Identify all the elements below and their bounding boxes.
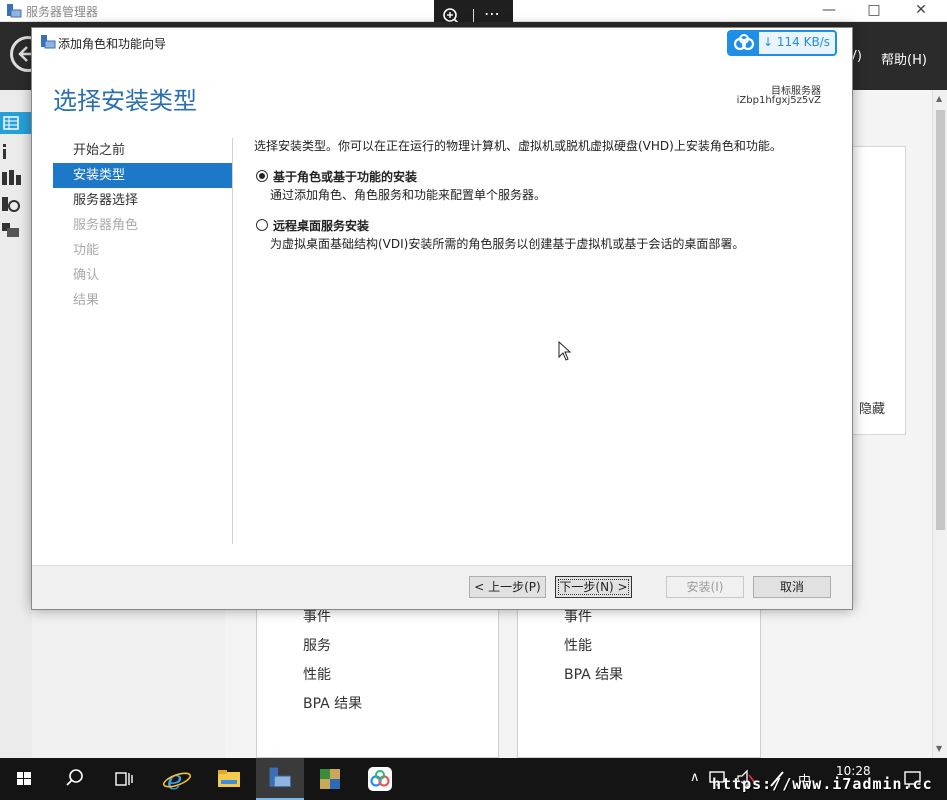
- download-speed-value: 114 KB/s: [776, 35, 830, 49]
- step-confirmation: 确认: [73, 268, 100, 283]
- all-servers-icon[interactable]: [0, 166, 32, 188]
- download-speed: ↓ 114 KB/s: [763, 35, 830, 49]
- steps-divider: [232, 138, 233, 544]
- tile-item-performance[interactable]: 性能: [303, 664, 331, 684]
- server-manager-taskbar-icon[interactable]: [256, 758, 304, 800]
- tile-item-services[interactable]: 服务: [303, 635, 331, 655]
- vertical-scrollbar[interactable]: ▲ ▼: [932, 90, 947, 758]
- server-tile-left: 事件 服务 性能 BPA 结果: [256, 595, 499, 758]
- previous-button[interactable]: < 上一步(P): [469, 576, 546, 598]
- server-manager-title: 服务器管理器: [26, 5, 99, 19]
- network-speed-badge[interactable]: ↓ 114 KB/s: [727, 30, 837, 56]
- minimize-button[interactable]: —: [806, 0, 852, 22]
- iis-icon[interactable]: [0, 218, 32, 240]
- show-hidden-icons[interactable]: ∧: [690, 770, 700, 785]
- baidu-netdisk-icon: [729, 32, 759, 54]
- wizard-content: 选择安装类型。你可以在正在运行的物理计算机、虚拟机或脱机虚拟硬盘(VHD)上安装…: [254, 138, 834, 251]
- dashboard-icon[interactable]: [0, 112, 32, 134]
- hide-link[interactable]: 隐藏: [859, 398, 885, 417]
- tile-item-bpa[interactable]: BPA 结果: [303, 693, 362, 713]
- close-button[interactable]: ✕: [898, 0, 944, 22]
- local-server-icon[interactable]: [0, 140, 32, 162]
- wizard-steps-nav: 开始之前 安装类型 服务器选择 服务器角色 功能 确认 结果: [53, 138, 233, 313]
- baidu-netdisk-taskbar-icon[interactable]: [356, 758, 404, 800]
- target-server-name: iZbp1hfgxj5z5vZ: [736, 95, 821, 106]
- option-remote-desktop-desc: 为虚拟桌面基础结构(VDI)安装所需的角色服务以创建基于虚拟机或基于会话的桌面部…: [270, 237, 745, 251]
- file-explorer-icon[interactable]: [205, 758, 253, 800]
- search-icon[interactable]: [50, 758, 98, 800]
- tile-item-performance[interactable]: 性能: [564, 635, 592, 655]
- wizard-footer: < 上一步(P) 下一步(N) > 安装(I) 取消: [32, 565, 852, 609]
- server-manager-left-nav: [0, 90, 32, 758]
- more-options-icon[interactable]: ⋯: [484, 4, 501, 23]
- option-role-based-desc: 通过添加角色、角色服务和功能来配置单个服务器。: [270, 188, 547, 202]
- internet-explorer-icon[interactable]: e: [154, 758, 202, 800]
- file-storage-icon[interactable]: [0, 192, 32, 214]
- scroll-down-icon[interactable]: ▼: [936, 744, 942, 753]
- option-remote-desktop-label[interactable]: 远程桌面服务安装: [273, 217, 369, 234]
- step-features: 功能: [73, 243, 100, 258]
- radio-remote-desktop[interactable]: [256, 219, 268, 231]
- radio-role-based[interactable]: [256, 170, 268, 182]
- install-button: 安装(I): [666, 576, 744, 598]
- installation-type-intro: 选择安装类型。你可以在正在运行的物理计算机、虚拟机或脱机虚拟硬盘(VHD)上安装…: [254, 139, 782, 153]
- server-manager-icon: [7, 4, 22, 18]
- svg-text:e: e: [167, 766, 182, 796]
- maximize-button[interactable]: □: [851, 0, 897, 22]
- add-roles-wizard-dialog: 添加角色和功能向导 ↓ 114 KB/s 选择安装类型 目标服务器 iZbp1h…: [31, 27, 853, 610]
- watermark-text: https://www.i7admin.cc: [712, 775, 933, 793]
- step-server-selection[interactable]: 服务器选择: [53, 188, 233, 213]
- server-tile-right: 事件 性能 BPA 结果: [517, 595, 761, 758]
- option-role-based-label[interactable]: 基于角色或基于功能的安装: [273, 168, 417, 185]
- wizard-titlebar: 添加角色和功能向导 ↓ 114 KB/s: [32, 28, 852, 58]
- cancel-button[interactable]: 取消: [753, 576, 831, 598]
- welcome-panel-edge: [851, 146, 906, 435]
- tile-item-bpa[interactable]: BPA 结果: [564, 664, 623, 684]
- wizard-title: 添加角色和功能向导: [58, 37, 167, 51]
- step-installation-type[interactable]: 安装类型: [53, 163, 233, 188]
- step-before-you-begin[interactable]: 开始之前: [53, 138, 233, 163]
- start-windows-icon[interactable]: [0, 758, 48, 800]
- scrollbar-thumb[interactable]: [936, 110, 945, 530]
- mouse-cursor-icon: [558, 341, 572, 361]
- task-view-icon[interactable]: [100, 758, 148, 800]
- step-server-roles: 服务器角色: [73, 218, 139, 233]
- page-title: 选择安装类型: [53, 87, 197, 115]
- next-button[interactable]: 下一步(N) >: [555, 576, 632, 598]
- scroll-up-icon[interactable]: ▲: [936, 94, 942, 103]
- step-results: 结果: [73, 293, 100, 308]
- wizard-icon: [41, 35, 56, 49]
- windows-powershell-icon[interactable]: [306, 758, 354, 800]
- menu-help[interactable]: 帮助(H): [881, 49, 927, 68]
